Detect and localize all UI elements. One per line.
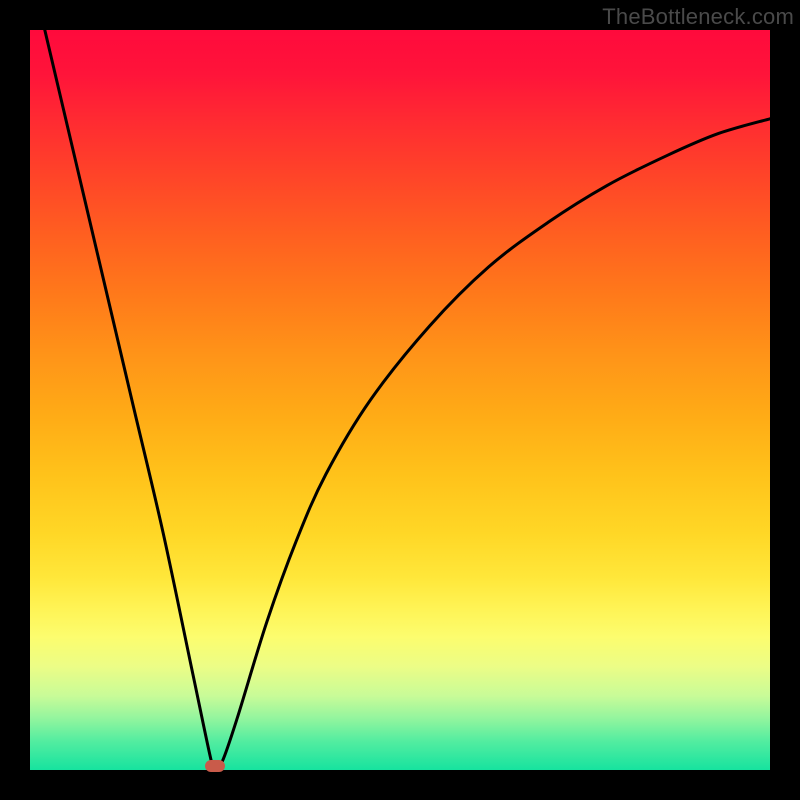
chart-frame: TheBottleneck.com bbox=[0, 0, 800, 800]
plot-area bbox=[30, 30, 770, 770]
watermark-text: TheBottleneck.com bbox=[602, 4, 794, 30]
